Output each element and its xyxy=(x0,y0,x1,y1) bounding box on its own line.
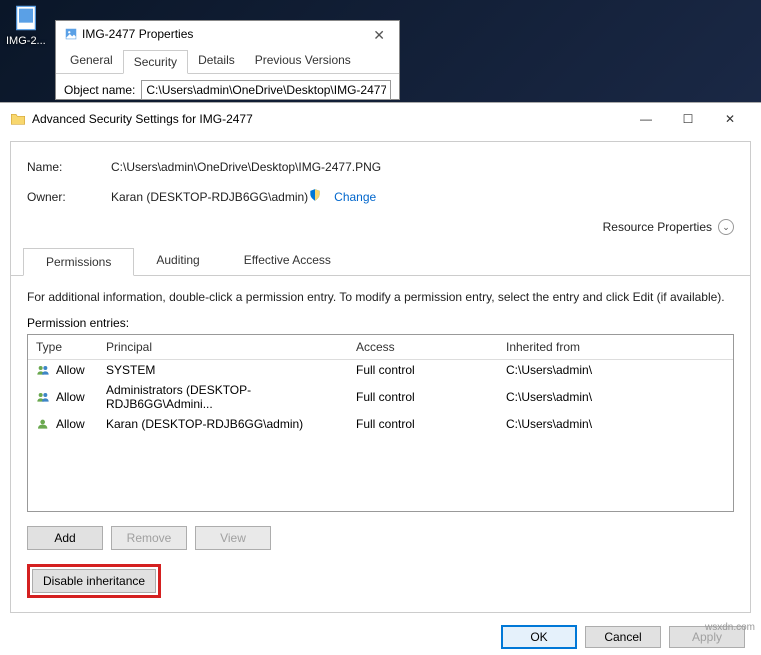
col-inherited[interactable]: Inherited from xyxy=(506,340,725,354)
tab-effective-access[interactable]: Effective Access xyxy=(222,247,353,275)
disable-inheritance-highlight: Disable inheritance xyxy=(27,564,161,598)
desktop-file-label: IMG-2... xyxy=(6,35,46,47)
users-icon xyxy=(36,364,52,376)
maximize-button[interactable]: ☐ xyxy=(667,105,709,133)
properties-window: IMG-2477 Properties ✕ General Security D… xyxy=(55,20,400,100)
folder-icon xyxy=(10,111,26,127)
shield-icon xyxy=(308,188,322,205)
change-owner-link[interactable]: Change xyxy=(334,190,376,204)
add-button[interactable]: Add xyxy=(27,526,103,550)
resource-properties-label: Resource Properties xyxy=(603,220,712,234)
tab-permissions[interactable]: Permissions xyxy=(23,248,134,276)
minimize-button[interactable]: — xyxy=(625,105,667,133)
security-tabs: Permissions Auditing Effective Access xyxy=(11,247,750,276)
ok-button[interactable]: OK xyxy=(501,625,577,649)
tab-previous-versions[interactable]: Previous Versions xyxy=(245,49,361,73)
tab-general[interactable]: General xyxy=(60,49,123,73)
properties-title: IMG-2477 Properties xyxy=(82,27,193,41)
object-name-label: Object name: xyxy=(64,83,135,97)
advanced-titlebar: Advanced Security Settings for IMG-2477 … xyxy=(0,103,761,135)
object-name-field[interactable] xyxy=(141,80,391,100)
advanced-title: Advanced Security Settings for IMG-2477 xyxy=(32,112,625,126)
name-label: Name: xyxy=(27,160,111,174)
col-access[interactable]: Access xyxy=(356,340,506,354)
tab-details[interactable]: Details xyxy=(188,49,245,73)
properties-close-button[interactable]: ✕ xyxy=(367,25,391,46)
tab-auditing[interactable]: Auditing xyxy=(134,247,221,275)
col-principal[interactable]: Principal xyxy=(106,340,356,354)
users-icon xyxy=(36,391,52,403)
disable-inheritance-button[interactable]: Disable inheritance xyxy=(32,569,156,593)
col-type[interactable]: Type xyxy=(36,340,106,354)
desktop-file-icon[interactable]: IMG-2... xyxy=(6,4,46,47)
permission-entries-table[interactable]: Type Principal Access Inherited from All… xyxy=(27,334,734,512)
owner-label: Owner: xyxy=(27,190,111,204)
table-row[interactable]: Allow Administrators (DESKTOP-RDJB6GG\Ad… xyxy=(28,380,733,414)
advanced-security-window: Advanced Security Settings for IMG-2477 … xyxy=(0,102,761,637)
remove-button: Remove xyxy=(111,526,187,550)
close-button[interactable]: ✕ xyxy=(709,105,751,133)
image-file-icon xyxy=(64,27,78,41)
permissions-note: For additional information, double-click… xyxy=(27,290,734,304)
watermark: wsxdn.com xyxy=(705,622,755,633)
table-row[interactable]: Allow Karan (DESKTOP-RDJB6GG\admin) Full… xyxy=(28,414,733,434)
properties-tabs: General Security Details Previous Versio… xyxy=(56,49,399,74)
owner-value: Karan (DESKTOP-RDJB6GG\admin) xyxy=(111,190,308,204)
tab-security[interactable]: Security xyxy=(123,50,188,74)
cancel-button[interactable]: Cancel xyxy=(585,626,661,648)
view-button: View xyxy=(195,526,271,550)
permission-entries-label: Permission entries: xyxy=(27,316,734,330)
properties-titlebar: IMG-2477 Properties xyxy=(56,21,399,47)
desktop-background: IMG-2... IMG-2477 Properties ✕ General S… xyxy=(0,0,761,102)
user-icon xyxy=(36,418,52,430)
resource-properties-expand[interactable]: ⌄ xyxy=(718,219,734,235)
name-value: C:\Users\admin\OneDrive\Desktop\IMG-2477… xyxy=(111,160,381,174)
table-row[interactable]: Allow SYSTEM Full control C:\Users\admin… xyxy=(28,360,733,380)
